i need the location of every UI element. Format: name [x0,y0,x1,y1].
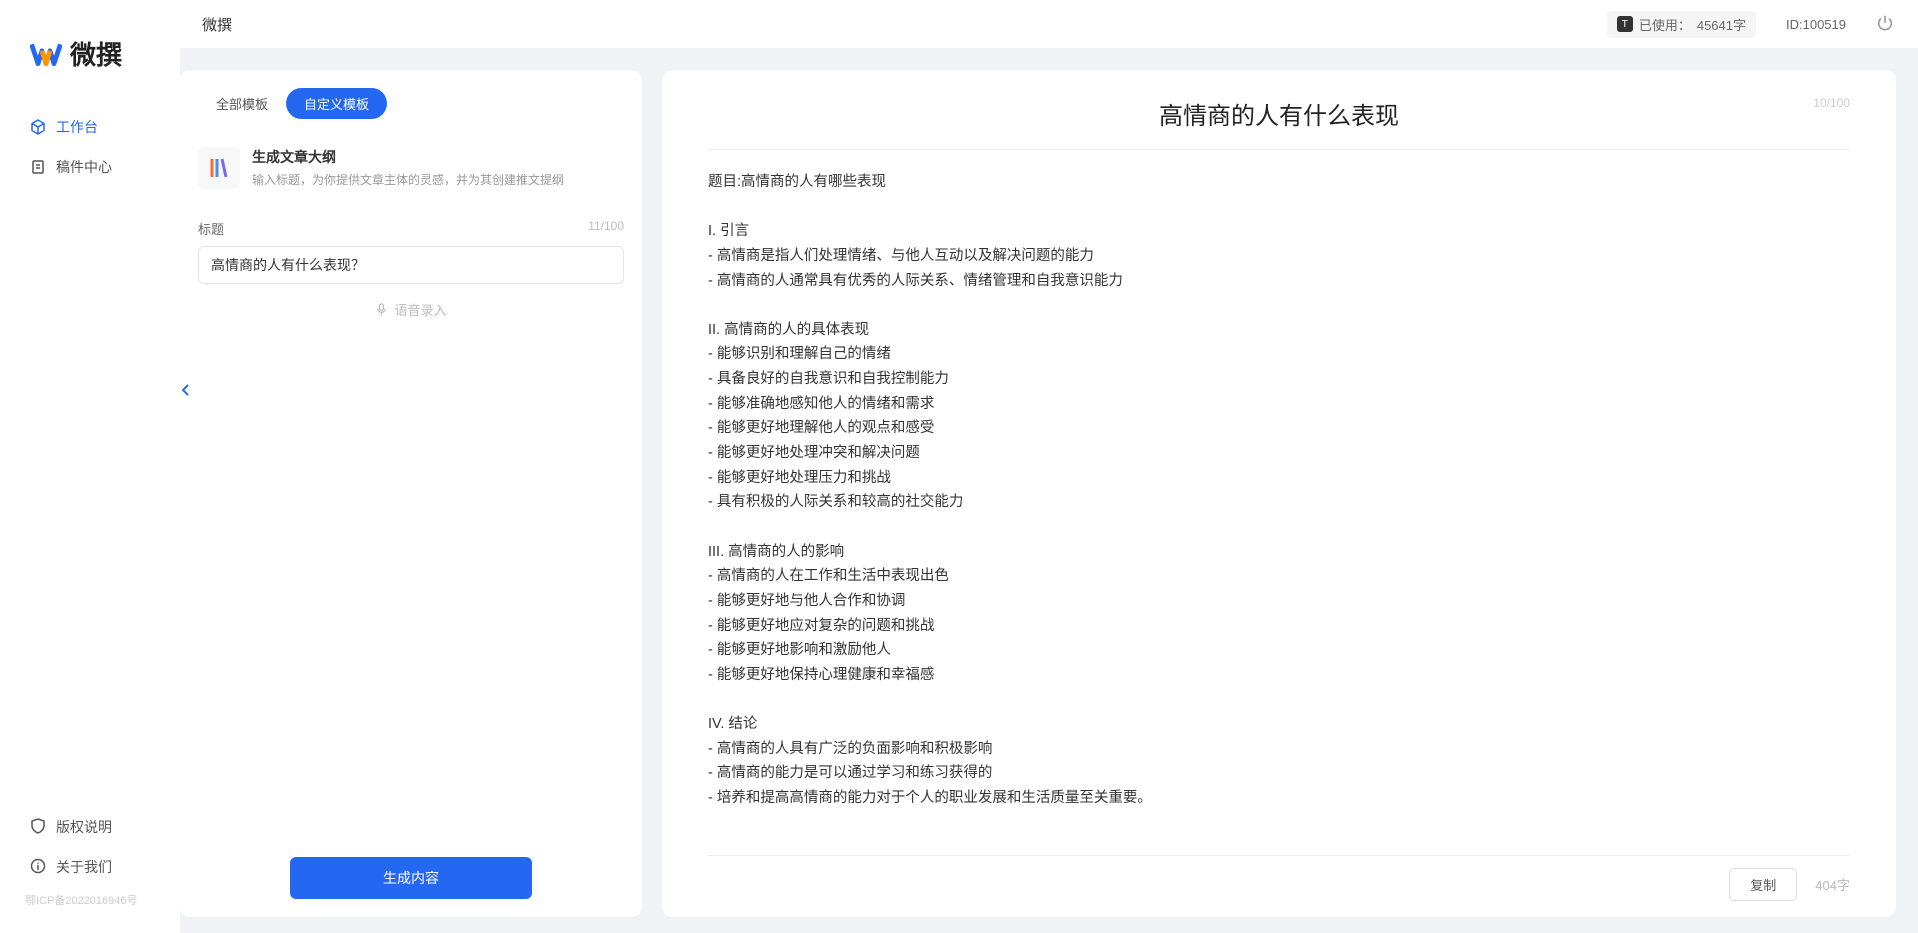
app-root: 微撰 工作台 稿件中心 版权说明 [0,0,1918,933]
sidebar-nav: 工作台 稿件中心 [0,107,180,807]
template-icon [198,147,240,189]
logo-text: 微撰 [70,35,122,72]
sidebar-item-drafts[interactable]: 稿件中心 [15,147,165,187]
sidebar: 微撰 工作台 稿件中心 版权说明 [0,0,180,933]
template-info: 生成文章大纲 输入标题，为你提供文章主体的灵感，并为其创建推文提纲 [252,147,624,189]
main-area: 微撰 T 已使用： 45641字 ID:100519 全部模板 自定义模板 [180,0,1918,933]
generate-button[interactable]: 生成内容 [290,857,532,899]
title-form: 标题 11/100 语音录入 [180,207,642,335]
sidebar-item-label: 稿件中心 [56,157,112,177]
copy-button[interactable]: 复制 [1729,868,1797,901]
usage-prefix: 已使用： [1639,15,1691,34]
word-count: 404字 [1815,875,1850,894]
output-panel: 高情商的人有什么表现 10/100 题目:高情商的人有哪些表现 I. 引言 - … [662,70,1896,917]
template-tabs: 全部模板 自定义模板 [180,88,642,137]
template-desc: 输入标题，为你提供文章主体的灵感，并为其创建推文提纲 [252,171,624,188]
topbar-right: T 已使用： 45641字 ID:100519 [1607,11,1896,38]
output-header: 高情商的人有什么表现 10/100 [708,96,1850,150]
info-icon [30,858,46,877]
form-label: 标题 [198,219,224,238]
template-card: 生成文章大纲 输入标题，为你提供文章主体的灵感，并为其创建推文提纲 [180,137,642,207]
text-count-icon: T [1617,16,1633,32]
topbar-title: 微撰 [202,14,232,35]
shield-icon [30,818,46,837]
spacer [180,335,642,857]
voice-input-button[interactable]: 语音录入 [198,284,624,335]
voice-input-label: 语音录入 [394,300,446,319]
title-input[interactable] [198,246,624,284]
tab-custom-templates[interactable]: 自定义模板 [286,88,387,119]
output-body[interactable]: 题目:高情商的人有哪些表现 I. 引言 - 高情商是指人们处理情绪、与他人互动以… [708,150,1850,855]
doc-icon [30,159,46,175]
sidebar-footer: 版权说明 关于我们 [0,807,180,887]
sidebar-item-label: 工作台 [56,117,98,137]
template-title: 生成文章大纲 [252,147,624,167]
user-id: ID:100519 [1786,17,1846,32]
form-label-row: 标题 11/100 [198,219,624,238]
output-title: 高情商的人有什么表现 [1159,96,1399,131]
usage-badge[interactable]: T 已使用： 45641字 [1607,11,1756,38]
sidebar-item-about[interactable]: 关于我们 [15,847,165,887]
char-count: 11/100 [588,219,624,238]
sidebar-collapse-button[interactable] [180,370,192,410]
icp-text: 鄂ICP备2022016946号 [0,887,180,913]
logo: 微撰 [0,20,180,107]
sidebar-item-copyright[interactable]: 版权说明 [15,807,165,847]
output-title-count: 10/100 [1813,96,1850,110]
logo-icon [30,38,62,70]
topbar: 微撰 T 已使用： 45641字 ID:100519 [180,0,1918,48]
tab-all-templates[interactable]: 全部模板 [198,88,286,119]
content-row: 全部模板 自定义模板 生成文章大纲 输入标题，为你提供文章主体的灵感，并为其创建… [180,48,1918,933]
input-panel: 全部模板 自定义模板 生成文章大纲 输入标题，为你提供文章主体的灵感，并为其创建… [180,70,642,917]
power-icon[interactable] [1876,14,1896,34]
output-footer: 复制 404字 [708,855,1850,901]
cube-icon [30,119,46,135]
sidebar-item-workspace[interactable]: 工作台 [15,107,165,147]
sidebar-item-label: 版权说明 [56,817,112,837]
usage-value: 45641字 [1697,15,1746,34]
sidebar-item-label: 关于我们 [56,857,112,877]
